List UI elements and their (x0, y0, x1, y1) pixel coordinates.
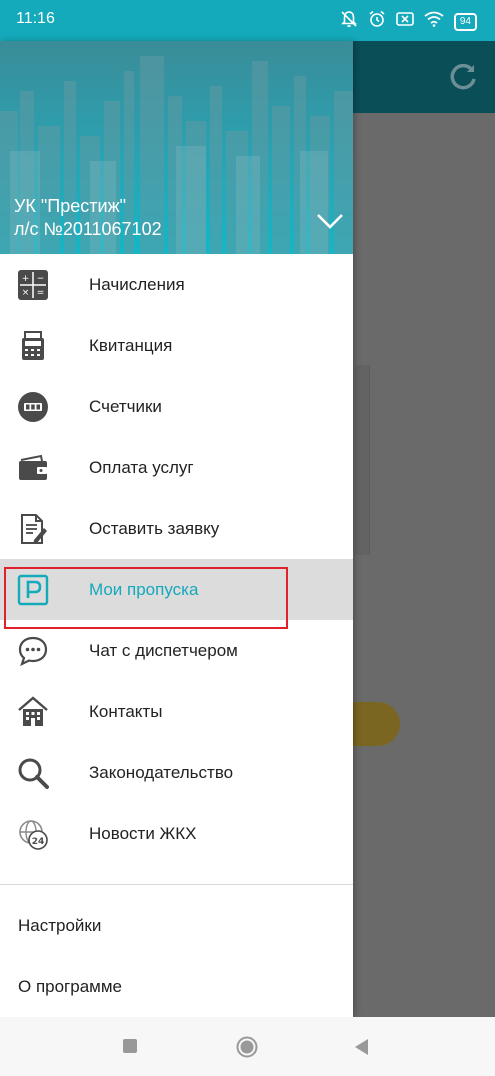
menu-item-news[interactable]: 24 Новости ЖКХ (0, 803, 353, 864)
chevron-down-icon[interactable] (315, 209, 345, 233)
menu-item-passes[interactable]: Мои пропуска (0, 559, 353, 620)
svg-text:×: × (22, 288, 30, 298)
meter-icon (16, 390, 50, 424)
menu-item-chat[interactable]: Чат с диспетчером (0, 620, 353, 681)
about-link[interactable]: О программе (18, 977, 122, 997)
menu-item-label: Чат с диспетчером (89, 640, 238, 660)
settings-link[interactable]: Настройки (18, 916, 101, 936)
menu-item-label: Законодательство (89, 762, 234, 782)
battery-icon: 94 (453, 12, 477, 31)
svg-text:−: − (37, 274, 45, 284)
magnifier-icon (16, 756, 50, 790)
menu-item-receipt[interactable]: Квитанция (0, 315, 353, 376)
recent-apps-icon[interactable] (123, 1039, 137, 1053)
status-bar: 11:16 94 (0, 0, 495, 41)
menu-item-label: Квитанция (89, 335, 173, 355)
menu-item-label: Новости ЖКХ (89, 823, 197, 843)
status-time: 11:16 (16, 10, 55, 27)
menu-item-label: Счетчики (89, 396, 162, 416)
menu-item-label: Контакты (89, 701, 163, 721)
account-name: УК "Престиж" (14, 196, 126, 216)
menu-item-label: Мои пропуска (89, 579, 199, 599)
parking-pass-icon (16, 573, 50, 607)
refresh-icon[interactable] (445, 59, 481, 95)
bell-off-icon (340, 10, 358, 33)
drawer-menu: + − × = Начисления Квитанция Счетчики Оплат… (0, 254, 353, 864)
drawer-header: УК "Престиж" л/с №2011067102 (0, 41, 353, 254)
back-icon[interactable] (352, 1037, 370, 1057)
navigation-drawer: УК "Престиж" л/с №2011067102 + − × = Начисл… (0, 41, 353, 1017)
receipt-icon (16, 329, 50, 363)
svg-text:24: 24 (32, 837, 45, 847)
menu-item-label: Оставить заявку (89, 518, 220, 538)
sim-off-icon (396, 11, 414, 32)
account-number: л/с №2011067102 (14, 219, 162, 239)
status-icons: 94 (340, 10, 477, 33)
calculator-icon: + − × = (16, 268, 50, 302)
news-24-icon: 24 (16, 817, 50, 851)
menu-item-contacts[interactable]: Контакты (0, 681, 353, 742)
svg-text:=: = (37, 288, 45, 298)
menu-item-request[interactable]: Оставить заявку (0, 498, 353, 559)
drawer-divider (0, 884, 353, 885)
wifi-icon (424, 11, 444, 32)
menu-item-label: Начисления (89, 274, 185, 294)
menu-item-legislation[interactable]: Законодательство (0, 742, 353, 803)
document-edit-icon (16, 512, 50, 546)
alarm-icon (368, 10, 386, 33)
menu-item-payment[interactable]: Оплата услуг (0, 437, 353, 498)
chat-icon (16, 634, 50, 668)
background-panel (355, 365, 370, 555)
building-icon (16, 695, 50, 729)
menu-item-meters[interactable]: Счетчики (0, 376, 353, 437)
menu-item-label: Оплата услуг (89, 457, 194, 477)
menu-item-charges[interactable]: + − × = Начисления (0, 254, 353, 315)
wallet-icon (16, 451, 50, 485)
home-icon[interactable] (236, 1036, 258, 1058)
svg-text:+: + (22, 274, 30, 284)
